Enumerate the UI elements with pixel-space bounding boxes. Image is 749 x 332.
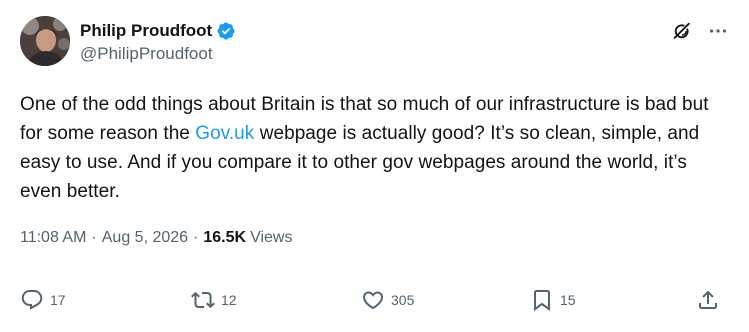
repost-icon: [191, 288, 215, 312]
post-time[interactable]: 11:08 AM: [20, 229, 86, 247]
top-actions: [671, 20, 729, 42]
tweet-meta: 11:08 AM · Aug 5, 2026 · 16.5K Views: [20, 229, 292, 247]
views-label: Views: [250, 229, 293, 246]
tweet-link[interactable]: Gov.uk: [195, 123, 254, 144]
post-date[interactable]: Aug 5, 2026: [102, 229, 188, 247]
reply-count: 17: [50, 292, 66, 308]
reply-icon: [20, 288, 44, 312]
bookmark-icon: [530, 288, 554, 312]
bookmark-button[interactable]: 15: [530, 287, 576, 313]
author-handle[interactable]: @PhilipProudfoot: [80, 44, 213, 64]
action-bar: 17 12 305 15: [20, 287, 730, 313]
tweet-text: One of the odd things about Britain is t…: [20, 90, 730, 206]
like-button[interactable]: 305: [361, 287, 414, 313]
author-name-row: Philip Proudfoot: [80, 20, 236, 42]
repost-count: 12: [221, 292, 237, 308]
repost-button[interactable]: 12: [191, 287, 237, 313]
reply-button[interactable]: 17: [20, 287, 66, 313]
display-name[interactable]: Philip Proudfoot: [80, 21, 212, 41]
verified-badge-icon[interactable]: [216, 21, 236, 41]
share-button[interactable]: [696, 287, 720, 313]
like-count: 305: [391, 292, 415, 308]
share-icon: [696, 288, 720, 312]
more-icon[interactable]: [707, 20, 729, 42]
meta-separator: ·: [193, 229, 199, 246]
tweet-card: Philip Proudfoot @PhilipProudfoot One of: [0, 0, 749, 332]
avatar[interactable]: [20, 16, 70, 66]
heart-icon: [361, 288, 385, 312]
profile-photo-icon: [20, 16, 70, 66]
views-count: 16.5K: [203, 229, 247, 246]
grok-icon[interactable]: [671, 20, 693, 42]
bookmark-count: 15: [560, 292, 576, 308]
meta-separator: ·: [91, 229, 97, 246]
